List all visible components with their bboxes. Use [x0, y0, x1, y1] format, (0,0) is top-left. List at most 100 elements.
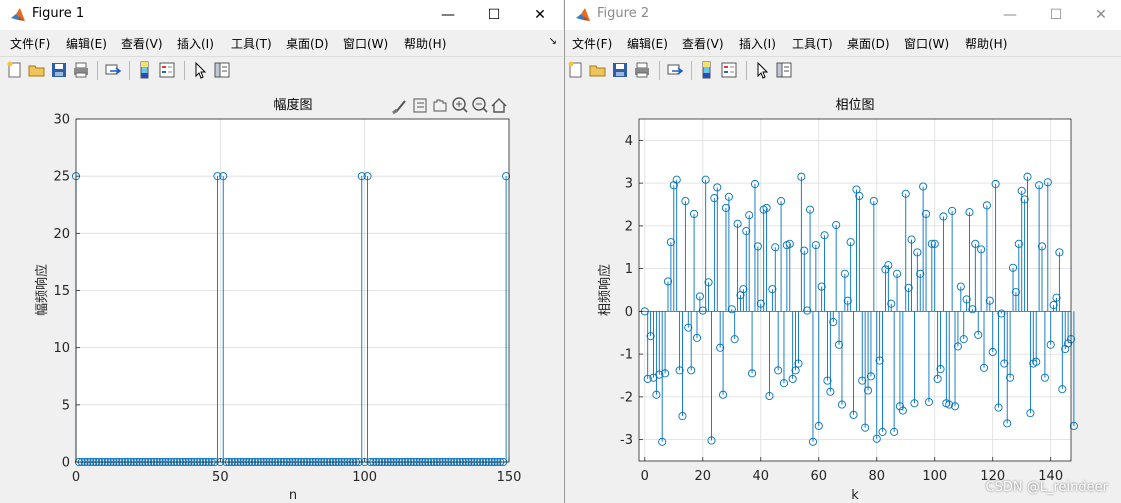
axes-toolbar [392, 97, 507, 115]
toolbar-separator [746, 61, 747, 80]
menu-help[interactable]: 帮助(H) [404, 35, 446, 52]
insert-legend-icon[interactable] [720, 61, 738, 79]
y-axis-label: 幅频响应 [34, 264, 50, 316]
insert-colorbar-icon[interactable] [136, 61, 154, 79]
y-tick-label: 0 [62, 456, 70, 471]
menu-file[interactable]: 文件(F) [572, 35, 612, 52]
menu-tools[interactable]: 工具(T) [792, 35, 833, 52]
menu-bar: 文件(F) 编辑(E) 查看(V) 插入(I) 工具(T) 桌面(D) 窗口(W… [0, 30, 563, 56]
menu-bar: 文件(F) 编辑(E) 查看(V) 插入(I) 工具(T) 桌面(D) 窗口(W… [565, 30, 1121, 56]
watermark: CSDN @L_reindeer [985, 480, 1108, 495]
title-bar[interactable]: Figure 2 — ☐ ✕ [565, 0, 1121, 30]
y-axis-label: 相频响应 [597, 264, 613, 316]
y-tick-label: 5 [62, 398, 70, 413]
figure-1-window: Figure 1 — ☐ ✕ 文件(F) 编辑(E) 查看(V) 插入(I) 工… [0, 0, 563, 503]
x-tick-label: 50 [212, 470, 229, 485]
new-figure-icon[interactable] [567, 61, 585, 79]
x-axis-label: k [851, 488, 859, 503]
figure-toolbar [0, 56, 563, 86]
y-tick-label: -2 [620, 390, 633, 405]
x-tick-label: 0 [72, 470, 80, 485]
y-tick-label: -1 [620, 348, 633, 363]
insert-legend-icon[interactable] [158, 61, 176, 79]
zoom-in-icon[interactable] [452, 97, 468, 113]
link-plot-icon[interactable] [666, 61, 684, 79]
plot-title: 相位图 [835, 98, 874, 113]
menu-window[interactable]: 窗口(W) [904, 35, 949, 52]
y-tick-label: 1 [625, 262, 633, 277]
menu-desktop[interactable]: 桌面(D) [286, 35, 329, 52]
y-tick-label: 2 [625, 219, 633, 234]
save-icon[interactable] [611, 61, 629, 79]
x-tick-label: 80 [868, 469, 885, 484]
y-tick-label: 0 [625, 305, 633, 320]
close-button[interactable]: ✕ [1078, 0, 1121, 30]
window-title: Figure 2 [597, 6, 650, 21]
toolbar-separator [691, 61, 692, 80]
figure-2-window: Figure 2 — ☐ ✕ 文件(F) 编辑(E) 查看(V) 插入(I) 工… [564, 0, 1121, 503]
toolbar-separator [129, 61, 130, 80]
menu-view[interactable]: 查看(V) [682, 35, 724, 52]
y-tick-label: 25 [53, 170, 70, 185]
matlab-logo-icon [576, 8, 590, 21]
x-tick-label: 100 [922, 469, 947, 484]
new-figure-icon[interactable] [6, 61, 24, 79]
title-bar[interactable]: Figure 1 — ☐ ✕ [0, 0, 563, 30]
x-axis-label: n [289, 488, 297, 503]
open-file-icon[interactable] [28, 61, 46, 79]
menu-more-icon[interactable]: ↘ [549, 36, 557, 47]
menu-view[interactable]: 查看(V) [121, 35, 163, 52]
plot-title: 幅度图 [273, 97, 312, 113]
print-icon[interactable] [633, 61, 651, 79]
link-plot-icon[interactable] [104, 61, 122, 79]
plot-phase: 相位图 0 20 40 60 80 100 120 140 -3-2-101234 k 相频响… [597, 98, 1078, 503]
y-tick-label: 30 [53, 113, 70, 128]
toolbar-separator [184, 61, 185, 80]
pan-icon[interactable] [433, 99, 447, 112]
open-file-icon[interactable] [589, 61, 607, 79]
menu-desktop[interactable]: 桌面(D) [847, 35, 890, 52]
print-icon[interactable] [72, 61, 90, 79]
insert-colorbar-icon[interactable] [698, 61, 716, 79]
property-inspector-icon[interactable] [213, 61, 231, 79]
edit-plot-icon[interactable] [191, 61, 209, 79]
y-tick-label: 4 [625, 134, 633, 149]
figure-canvas: 相位图 0 20 40 60 80 100 120 140 -3 -2 -1 0 1 2 3 4 k 相频响… [565, 85, 1121, 503]
menu-file[interactable]: 文件(F) [10, 35, 50, 52]
toolbar-separator [97, 61, 98, 80]
window-title: Figure 1 [32, 6, 85, 21]
x-tick-label: 150 [497, 470, 522, 485]
menu-insert[interactable]: 插入(I) [177, 35, 214, 52]
zoom-out-icon[interactable] [472, 97, 488, 113]
save-icon[interactable] [50, 61, 68, 79]
y-tick-label: 10 [53, 341, 70, 356]
matlab-logo-icon [11, 8, 25, 21]
menu-tools[interactable]: 工具(T) [231, 35, 272, 52]
maximize-button[interactable]: ☐ [471, 0, 517, 30]
menu-window[interactable]: 窗口(W) [343, 35, 388, 52]
minimize-button[interactable]: — [987, 0, 1033, 30]
x-tick-label: 100 [352, 470, 377, 485]
plot-amplitude: 幅度图 0 50 100 150 0 5 10 15 20 25 30 n 幅频响应 [34, 97, 522, 503]
x-tick-label: 60 [810, 469, 827, 484]
data-tips-icon[interactable] [413, 98, 427, 113]
menu-help[interactable]: 帮助(H) [965, 35, 1007, 52]
x-tick-label: 40 [752, 469, 769, 484]
y-tick-label: 20 [53, 227, 70, 242]
menu-edit[interactable]: 编辑(E) [66, 35, 107, 52]
maximize-button[interactable]: ☐ [1033, 0, 1079, 30]
property-inspector-icon[interactable] [775, 61, 793, 79]
edit-plot-icon[interactable] [753, 61, 771, 79]
figure-canvas: 幅度图 0 50 100 150 0 5 10 15 20 25 30 n 幅频响应 [0, 85, 563, 503]
axes-background [639, 119, 1071, 461]
minimize-button[interactable]: — [425, 0, 471, 30]
brush-icon[interactable] [392, 100, 406, 115]
x-tick-label: 20 [695, 469, 712, 484]
menu-insert[interactable]: 插入(I) [739, 35, 776, 52]
x-tick-label: 0 [641, 469, 649, 484]
y-tick-label: -3 [620, 433, 633, 448]
figure-toolbar [565, 56, 1121, 86]
home-icon[interactable] [491, 98, 507, 113]
close-button[interactable]: ✕ [517, 0, 563, 30]
menu-edit[interactable]: 编辑(E) [627, 35, 668, 52]
